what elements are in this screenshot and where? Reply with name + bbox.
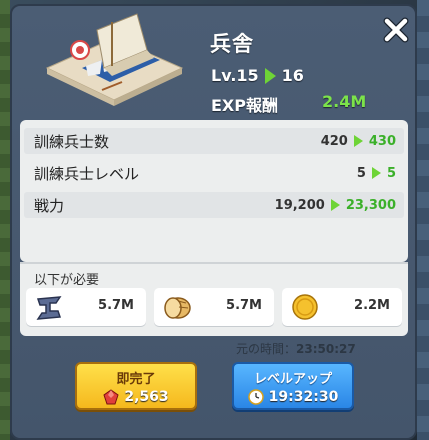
- stat-current: 19,200: [274, 197, 325, 213]
- map-edge-left: [0, 0, 10, 440]
- resource-gold[interactable]: 2.2M: [282, 288, 402, 326]
- arrow-right-icon: [264, 67, 276, 84]
- map-edge-right: [417, 0, 429, 440]
- stat-row: 訓練兵士レベル 5 5: [24, 160, 404, 186]
- stat-label: 戦力: [34, 196, 65, 215]
- resource-amount: 2.2M: [354, 298, 390, 313]
- clock-icon: [247, 389, 264, 405]
- level-up-label: レベルアップ: [253, 372, 332, 387]
- arrow-right-icon: [353, 135, 363, 147]
- stat-current: 420: [320, 133, 348, 149]
- instant-complete-label: 即完了: [116, 372, 156, 387]
- resource-food[interactable]: 5.7M: [154, 288, 274, 326]
- gold-coin-icon: [292, 294, 318, 320]
- original-time-value: 23:50:27: [296, 342, 356, 356]
- level-up-button[interactable]: レベルアップ 19:32:30: [232, 362, 354, 410]
- resource-iron[interactable]: 5.7M: [26, 288, 146, 326]
- building-title: 兵舎: [210, 32, 254, 56]
- resource-amount: 5.7M: [226, 298, 262, 313]
- instant-complete-button[interactable]: 即完了 2,563: [75, 362, 197, 410]
- stat-next: 5: [386, 165, 396, 181]
- barracks-building-image: [45, 13, 184, 106]
- stat-next: 430: [368, 133, 396, 149]
- stats-table: 訓練兵士数 420 430 訓練兵士レベル 5 5 戦力 19,200 23,3…: [20, 120, 408, 262]
- arrow-right-icon: [371, 167, 381, 179]
- upgrade-time: 19:32:30: [268, 389, 339, 405]
- level-next: 16: [281, 66, 304, 85]
- stat-label: 訓練兵士レベル: [34, 164, 140, 183]
- level-current: Lv.15: [211, 66, 259, 85]
- resource-amount: 5.7M: [98, 298, 134, 313]
- level-change: Lv.15 16: [211, 66, 304, 85]
- exp-reward-value: 2.4M: [322, 92, 367, 111]
- stat-current: 5: [356, 165, 366, 181]
- requirements-section: 以下が必要 5.7M 5.7M 2.2M: [20, 262, 408, 336]
- close-icon[interactable]: [382, 16, 410, 44]
- instant-cost: 2,563: [124, 389, 169, 405]
- stat-row: 戦力 19,200 23,300: [24, 192, 404, 218]
- ruby-gem-icon: [103, 389, 119, 405]
- original-time: 元の時間：23:50:27: [236, 340, 356, 357]
- original-time-label: 元の時間：: [236, 342, 297, 356]
- requirements-title: 以下が必要: [34, 273, 100, 288]
- arrow-right-icon: [330, 199, 340, 211]
- stat-label: 訓練兵士数: [34, 132, 110, 151]
- bread-icon: [164, 297, 191, 319]
- stat-next: 23,300: [345, 197, 396, 213]
- exp-reward-label: EXP報酬: [211, 96, 278, 115]
- iron-ingot-icon: [36, 296, 62, 320]
- stat-row: 訓練兵士数 420 430: [24, 128, 404, 154]
